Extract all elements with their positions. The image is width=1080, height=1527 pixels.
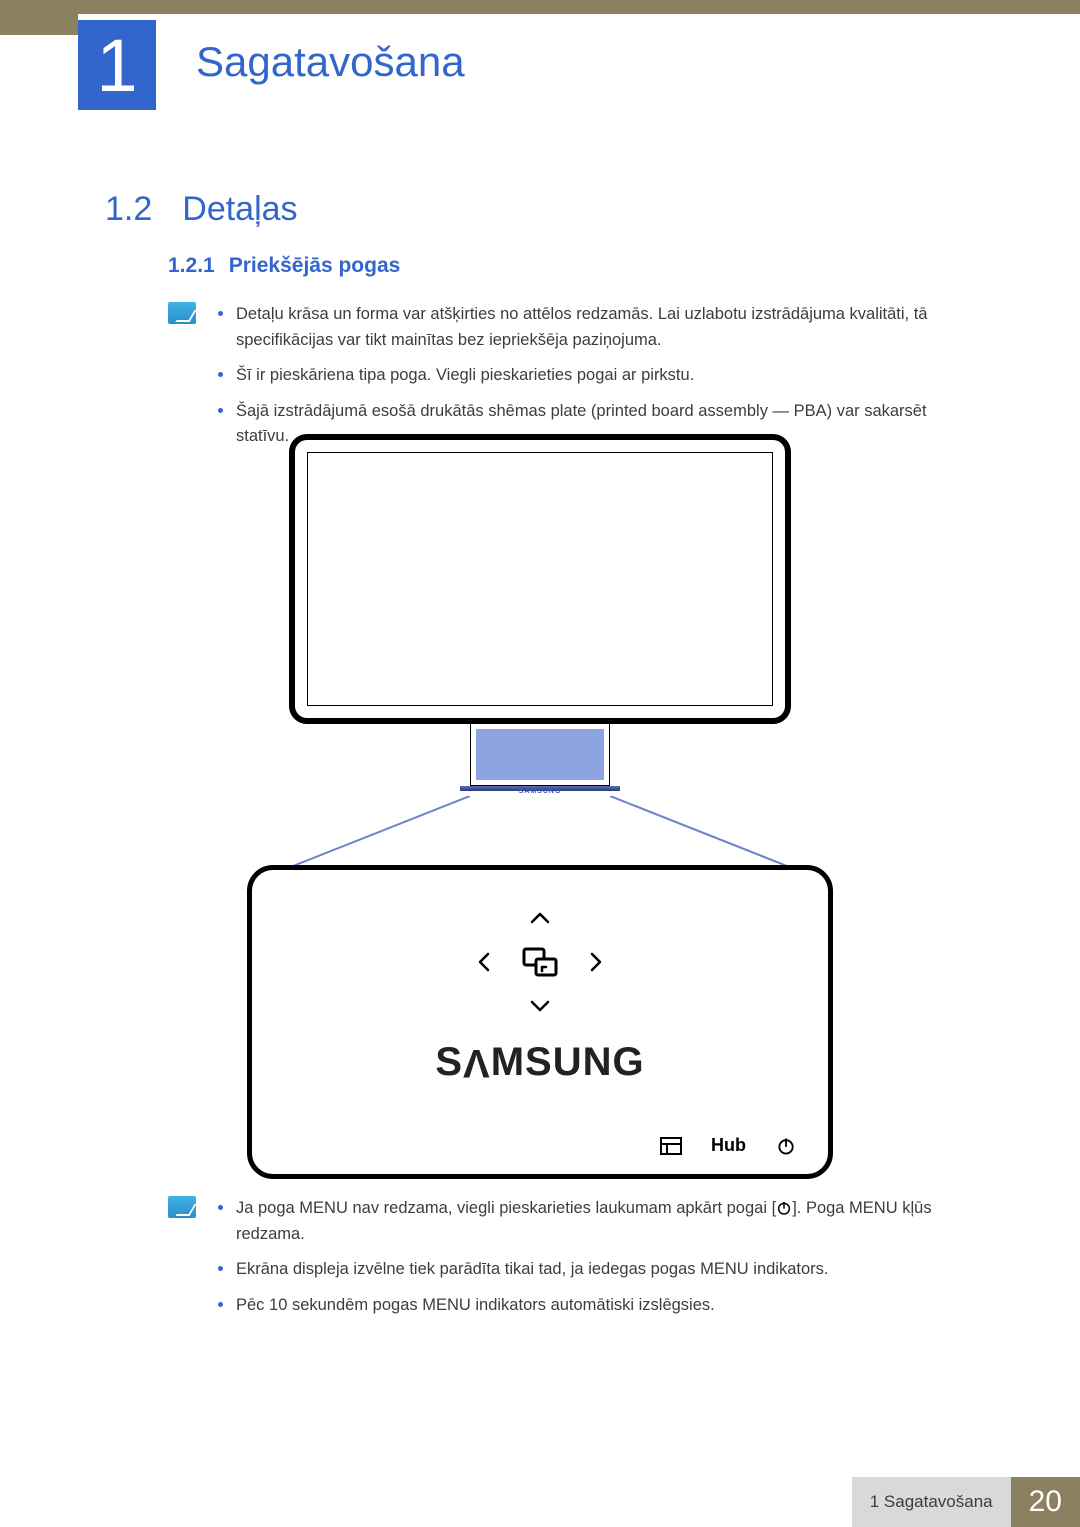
chapter-title: Sagatavošana	[196, 38, 465, 86]
page-footer: 1 Sagatavošana 20	[0, 1477, 1080, 1527]
subsection-number: 1.2.1	[168, 254, 215, 278]
panel-brand-label: SVMSUNG	[435, 1040, 644, 1085]
stand-brand-label: SAMSUNG	[519, 788, 562, 795]
footer-page-number: 20	[1011, 1477, 1080, 1527]
monitor-stand: SAMSUNG	[470, 724, 610, 786]
section-number: 1.2	[105, 190, 152, 229]
footer-chapter-label: 1 Sagatavošana	[852, 1477, 1011, 1527]
list-item: Pēc 10 sekundēm pogas MENU indikators au…	[218, 1293, 975, 1319]
list-item: Šī ir pieskāriena tipa poga. Viegli pies…	[218, 363, 975, 389]
source-button[interactable]	[512, 940, 568, 984]
subsection-title: Priekšējās pogas	[229, 254, 401, 278]
right-arrow-button[interactable]	[568, 940, 624, 984]
menu-button[interactable]	[659, 1136, 683, 1156]
hub-button[interactable]: Hub	[711, 1135, 746, 1156]
down-arrow-button[interactable]	[512, 984, 568, 1028]
list-item: Ja poga MENU nav redzama, viegli pieskar…	[218, 1196, 975, 1247]
power-icon	[776, 1199, 792, 1217]
dpad	[456, 896, 624, 1028]
section-title: Detaļas	[182, 190, 297, 229]
note-list-2: Ja poga MENU nav redzama, viegli pieskar…	[218, 1196, 975, 1328]
power-button[interactable]	[774, 1136, 798, 1156]
corner-tab	[0, 0, 78, 35]
top-accent-bar	[0, 0, 1080, 14]
note-icon	[168, 1196, 196, 1218]
front-buttons-panel: SVMSUNG Hub	[247, 865, 833, 1179]
monitor-figure: SAMSUNG	[289, 434, 791, 791]
note-icon	[168, 302, 196, 324]
monitor-outline	[289, 434, 791, 724]
up-arrow-button[interactable]	[512, 896, 568, 940]
stand-inner-panel: SAMSUNG	[476, 729, 604, 780]
note2-item1-pre: Ja poga MENU nav redzama, viegli pieskar…	[236, 1199, 776, 1217]
list-item: Ekrāna displeja izvēlne tiek parādīta ti…	[218, 1257, 975, 1283]
list-item: Detaļu krāsa un forma var atšķirties no …	[218, 302, 975, 353]
chapter-number: 1	[96, 23, 137, 108]
chapter-number-box: 1	[78, 20, 156, 110]
left-arrow-button[interactable]	[456, 940, 512, 984]
zoom-callout-lines	[289, 796, 791, 866]
panel-aux-buttons: Hub	[659, 1135, 798, 1156]
